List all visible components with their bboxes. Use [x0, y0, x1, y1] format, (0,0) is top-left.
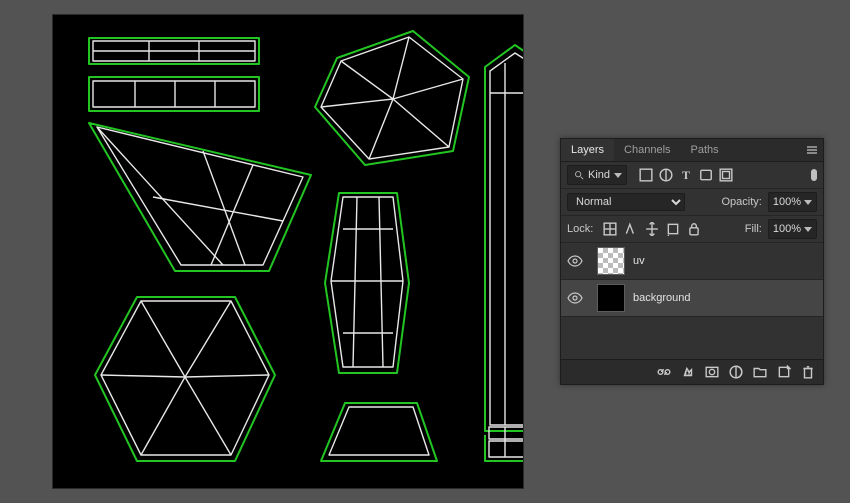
tab-paths[interactable]: Paths — [681, 139, 729, 161]
new-layer-icon[interactable] — [777, 365, 791, 379]
panel-menu-icon[interactable] — [801, 139, 823, 161]
filter-toggle-switch[interactable] — [811, 169, 817, 181]
layer-list: uv background — [561, 243, 823, 360]
layer-thumbnail[interactable] — [597, 284, 625, 312]
layer-row[interactable]: background — [561, 280, 823, 317]
blend-mode-select[interactable]: Normal — [567, 193, 685, 211]
layer-name[interactable]: uv — [633, 255, 645, 267]
tab-channels[interactable]: Channels — [614, 139, 680, 161]
filter-shape-icon[interactable] — [699, 168, 713, 182]
filter-type-icon[interactable]: T — [679, 168, 693, 182]
delete-layer-icon[interactable] — [801, 365, 815, 379]
layer-filter-row: Kind T — [561, 162, 823, 189]
panel-tab-bar: Layers Channels Paths — [561, 139, 823, 162]
visibility-toggle[interactable] — [561, 255, 589, 267]
tab-layers[interactable]: Layers — [561, 139, 614, 161]
opacity-label: Opacity: — [722, 196, 762, 208]
lock-buttons — [603, 222, 701, 236]
layer-style-icon[interactable]: fx — [681, 365, 695, 379]
group-layers-icon[interactable] — [753, 365, 767, 379]
layer-list-empty-area[interactable] — [561, 317, 823, 360]
layers-panel: Layers Channels Paths Kind T Normal Opac… — [560, 138, 824, 385]
filter-kind-label: Kind — [588, 169, 610, 181]
lock-row: Lock: Fill: 100% — [561, 216, 823, 243]
lock-label: Lock: — [567, 223, 593, 235]
lock-artboard-icon[interactable] — [666, 222, 680, 236]
filter-smartobj-icon[interactable] — [719, 168, 733, 182]
document-canvas[interactable] — [53, 15, 523, 488]
uv-wire-white — [53, 15, 523, 488]
layer-row[interactable]: uv — [561, 243, 823, 280]
filter-adjustment-icon[interactable] — [659, 168, 673, 182]
layer-mask-icon[interactable] — [705, 365, 719, 379]
visibility-toggle[interactable] — [561, 292, 589, 304]
fill-value[interactable]: 100% — [768, 219, 817, 239]
filter-type-buttons: T — [639, 168, 733, 182]
lock-all-icon[interactable] — [687, 222, 701, 236]
lock-pixels-icon[interactable] — [624, 222, 638, 236]
filter-pixel-icon[interactable] — [639, 168, 653, 182]
adjustment-layer-icon[interactable] — [729, 365, 743, 379]
lock-transparent-icon[interactable] — [603, 222, 617, 236]
fill-label: Fill: — [745, 223, 762, 235]
layer-thumbnail[interactable] — [597, 247, 625, 275]
layer-name[interactable]: background — [633, 292, 691, 304]
opacity-value[interactable]: 100% — [768, 192, 817, 212]
lock-position-icon[interactable] — [645, 222, 659, 236]
blend-row: Normal Opacity: 100% — [561, 189, 823, 216]
layer-panel-footer: fx — [561, 360, 823, 384]
svg-text:fx: fx — [685, 369, 691, 378]
link-layers-icon[interactable] — [657, 365, 671, 379]
filter-kind-dropdown[interactable]: Kind — [567, 165, 627, 185]
